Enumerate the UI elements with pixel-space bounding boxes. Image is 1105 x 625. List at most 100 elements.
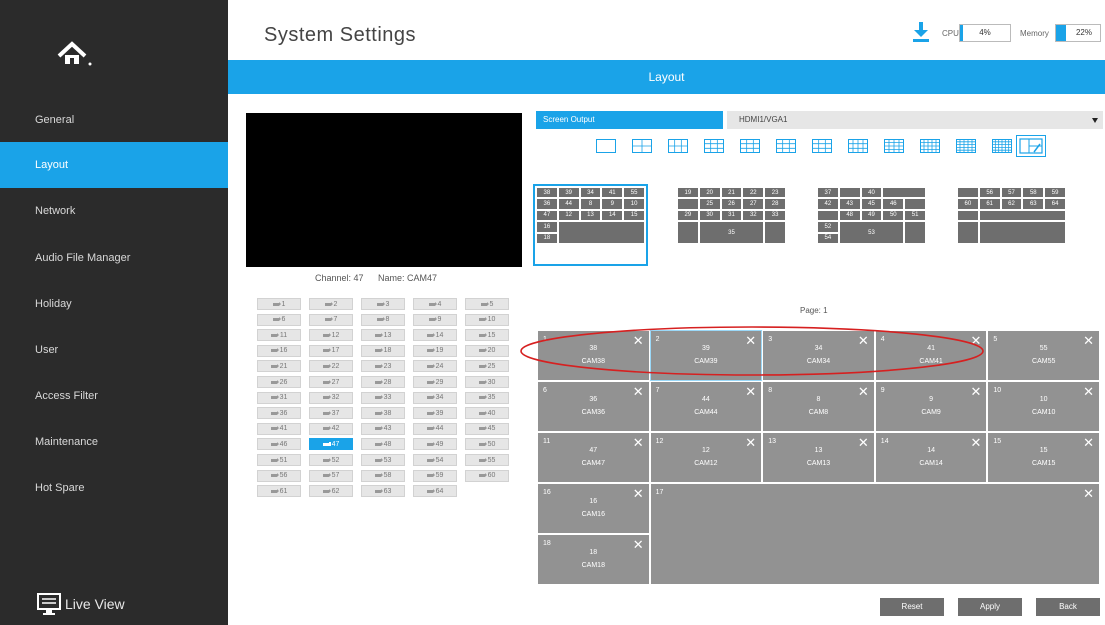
layout-tile-10[interactable]: 10 ✕ 10 CAM10 — [987, 381, 1100, 432]
layout-13-icon[interactable] — [848, 139, 868, 153]
layout-tile-1[interactable]: 1 ✕ 38 CAM38 — [537, 330, 650, 381]
layout-tile-7[interactable]: 7 ✕ 44 CAM44 — [649, 381, 763, 432]
channel-button-6[interactable]: 6 — [257, 313, 301, 326]
channel-button-19[interactable]: 19 — [413, 344, 457, 357]
sidebar-item-network[interactable]: Network — [0, 188, 228, 234]
layout-preview-2[interactable]: 19 20 21 22 23 25 26 27 28 29 30 31 32 33 35 — [677, 187, 786, 263]
channel-button-9[interactable]: 9 — [413, 313, 457, 326]
channel-button-38[interactable]: 38 — [361, 407, 405, 420]
channel-button-40[interactable]: 40 — [465, 407, 509, 420]
channel-button-10[interactable]: 10 — [465, 313, 509, 326]
channel-button-8[interactable]: 8 — [361, 313, 405, 326]
channel-button-48[interactable]: 48 — [361, 438, 405, 451]
channel-button-52[interactable]: 52 — [309, 454, 353, 466]
layout-tile-17[interactable]: 17 ✕ — [649, 483, 1100, 585]
layout-tile-13[interactable]: 13 ✕ 13 CAM13 — [762, 432, 875, 483]
channel-button-14[interactable]: 14 — [413, 329, 457, 342]
layout-9-icon[interactable] — [776, 139, 796, 153]
channel-button-57[interactable]: 57 — [309, 469, 353, 482]
channel-button-21[interactable]: 21 — [257, 360, 301, 373]
channel-button-54[interactable]: 54 — [413, 454, 457, 466]
channel-button-31[interactable]: 31 — [257, 391, 301, 404]
sidebar-item-maintenance[interactable]: Maintenance — [0, 419, 228, 465]
layout-10-icon[interactable] — [812, 139, 832, 153]
channel-button-47[interactable]: 47 — [309, 438, 353, 451]
channel-button-22[interactable]: 22 — [309, 360, 353, 373]
screen-output-select[interactable]: HDMI1/VGA1 — [727, 111, 1103, 129]
channel-button-59[interactable]: 59 — [413, 469, 457, 482]
sidebar-item-hot-spare[interactable]: Hot Spare — [0, 465, 228, 511]
channel-button-18[interactable]: 18 — [361, 344, 405, 357]
channel-button-50[interactable]: 50 — [465, 438, 509, 451]
channel-button-43[interactable]: 43 — [361, 422, 405, 435]
layout-tile-16[interactable]: 16 ✕ 16 CAM16 — [537, 483, 650, 534]
reset-button[interactable]: Reset — [880, 598, 944, 616]
layout-25-icon[interactable] — [956, 139, 976, 153]
layout-tile-11[interactable]: 11 ✕ 47 CAM47 — [537, 432, 650, 483]
channel-button-64[interactable]: 64 — [413, 485, 457, 498]
sidebar-item-user[interactable]: User — [0, 327, 228, 373]
channel-button-30[interactable]: 30 — [465, 376, 509, 388]
channel-button-15[interactable]: 15 — [465, 329, 509, 342]
layout-custom-icon[interactable] — [1016, 135, 1046, 157]
layout-tile-4[interactable]: 4 ✕ 41 CAM41 — [874, 330, 988, 381]
layout-preview-3[interactable]: 37 40 42 43 45 46 48 49 50 51 52 54 53 — [817, 187, 926, 263]
channel-button-29[interactable]: 29 — [413, 376, 457, 388]
layout-20-icon[interactable] — [920, 139, 940, 153]
layout-tile-18[interactable]: 18 ✕ 18 CAM18 — [537, 534, 650, 585]
channel-button-41[interactable]: 41 — [257, 422, 301, 435]
channel-button-42[interactable]: 42 — [309, 422, 353, 435]
channel-button-7[interactable]: 7 — [309, 313, 353, 326]
layout-4-icon[interactable] — [632, 139, 652, 153]
channel-button-17[interactable]: 17 — [309, 344, 353, 357]
layout-8b-icon[interactable] — [740, 139, 760, 153]
channel-button-1[interactable]: 1 — [257, 298, 301, 310]
download-icon[interactable] — [912, 22, 930, 42]
channel-button-37[interactable]: 37 — [309, 407, 353, 420]
channel-button-44[interactable]: 44 — [413, 422, 457, 435]
layout-tile-9[interactable]: 9 ✕ 9 CAM9 — [874, 381, 988, 432]
layout-tile-5[interactable]: 5 ✕ 55 CAM55 — [987, 330, 1100, 381]
channel-button-12[interactable]: 12 — [309, 329, 353, 342]
channel-button-32[interactable]: 32 — [309, 391, 353, 404]
channel-button-11[interactable]: 11 — [257, 329, 301, 342]
layout-tile-6[interactable]: 6 ✕ 36 CAM36 — [537, 381, 650, 432]
channel-button-35[interactable]: 35 — [465, 391, 509, 404]
layout-preview-4[interactable]: 56 57 58 59 60 61 62 63 64 — [957, 187, 1066, 263]
channel-button-45[interactable]: 45 — [465, 422, 509, 435]
layout-1-icon[interactable] — [596, 139, 616, 153]
sidebar-item-layout[interactable]: Layout — [0, 142, 228, 188]
channel-button-23[interactable]: 23 — [361, 360, 405, 373]
layout-8a-icon[interactable] — [704, 139, 724, 153]
channel-button-39[interactable]: 39 — [413, 407, 457, 420]
channel-button-49[interactable]: 49 — [413, 438, 457, 451]
layout-tile-3[interactable]: 3 ✕ 34 CAM34 — [762, 330, 875, 381]
layout-16-icon[interactable] — [884, 139, 904, 153]
channel-button-25[interactable]: 25 — [465, 360, 509, 373]
channel-button-33[interactable]: 33 — [361, 391, 405, 404]
channel-button-26[interactable]: 26 — [257, 376, 301, 388]
layout-preview-1[interactable]: 38 39 34 41 55 36 44 8 9 10 47 12 13 14 15 16 18 — [533, 184, 648, 266]
back-button[interactable]: Back — [1036, 598, 1100, 616]
channel-button-34[interactable]: 34 — [413, 391, 457, 404]
channel-button-46[interactable]: 46 — [257, 438, 301, 451]
channel-button-27[interactable]: 27 — [309, 376, 353, 388]
channel-button-61[interactable]: 61 — [257, 485, 301, 498]
channel-button-58[interactable]: 58 — [361, 469, 405, 482]
channel-button-24[interactable]: 24 — [413, 360, 457, 373]
live-view-button[interactable]: Live View — [37, 591, 125, 617]
layout-tile-15[interactable]: 15 ✕ 15 CAM15 — [987, 432, 1100, 483]
channel-button-56[interactable]: 56 — [257, 469, 301, 482]
layout-tile-12[interactable]: 12 ✕ 12 CAM12 — [649, 432, 763, 483]
channel-button-62[interactable]: 62 — [309, 485, 353, 498]
layout-tile-2[interactable]: 2 ✕ 39 CAM39 — [649, 330, 763, 381]
layout-tile-8[interactable]: 8 ✕ 8 CAM8 — [762, 381, 875, 432]
channel-button-13[interactable]: 13 — [361, 329, 405, 342]
channel-button-3[interactable]: 3 — [361, 298, 405, 310]
channel-button-36[interactable]: 36 — [257, 407, 301, 420]
close-icon[interactable]: ✕ — [1083, 486, 1094, 502]
apply-button[interactable]: Apply — [958, 598, 1022, 616]
layout-32-icon[interactable] — [992, 139, 1012, 153]
sidebar-item-holiday[interactable]: Holiday — [0, 281, 228, 327]
channel-button-53[interactable]: 53 — [361, 454, 405, 466]
